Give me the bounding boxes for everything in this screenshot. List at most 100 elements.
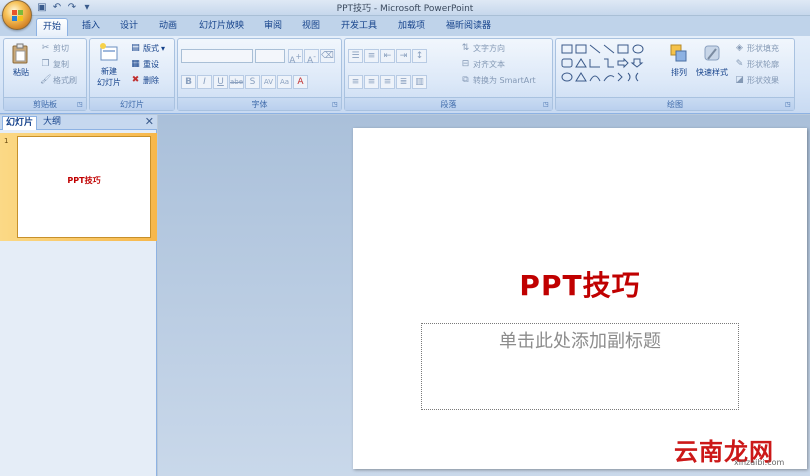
tab-addins[interactable]: 加载项 [392,18,431,36]
brush-icon: 🖌 [40,75,52,85]
window-title: PPT技巧 - Microsoft PowerPoint [336,4,474,14]
shape-effects-button[interactable]: ◪ 形状效果 [734,75,779,86]
format-painter-button[interactable]: 🖌 格式刷 [40,75,77,86]
convert-smartart-button[interactable]: ⧉ 转换为 SmartArt [460,75,535,86]
bold-button[interactable]: B [181,75,196,89]
align-text-icon: ⊟ [461,59,470,69]
thumbnail-title: PPT技巧 [67,176,101,185]
scissors-icon: ✂ [41,43,50,53]
font-color-button[interactable]: A [293,75,308,89]
ribbon-tabs: 开始 插入 设计 动画 幻灯片放映 审阅 视图 开发工具 加载项 福昕阅读器 [0,16,810,36]
tab-review[interactable]: 审阅 [258,18,288,36]
change-case-button[interactable]: Aa [277,75,292,89]
strikethrough-button[interactable]: abe [229,75,244,89]
slide-thumbnail[interactable]: PPT技巧 [17,136,151,238]
close-icon[interactable]: ✕ [145,116,154,128]
tab-design[interactable]: 设计 [114,18,144,36]
paragraph-group-label: 段落 [345,97,552,110]
grow-font-button[interactable]: A+ [288,49,303,66]
smartart-icon: ⧉ [462,75,469,85]
reset-button[interactable]: ▦ 重设 [130,59,159,70]
slides-group: 新建 幻灯片 ▤ 版式 ▾ ▦ 重设 ✖ 删除 幻灯片 [89,38,175,111]
copy-button[interactable]: ❐ 复制 [40,59,69,70]
office-button[interactable] [2,0,32,30]
slide-title[interactable]: PPT技巧 [353,264,807,304]
slide-thumbnail-row[interactable]: 1 PPT技巧 [0,133,157,241]
line-spacing-icon[interactable]: ↕ [412,49,427,63]
char-spacing-button[interactable]: AV [261,75,276,89]
justify-icon[interactable]: ≣ [396,75,411,89]
font-group-label: 字体 [178,97,341,110]
pen-icon: ✎ [735,59,744,69]
drawing-group-label: 绘图 [556,97,794,110]
tab-developer[interactable]: 开发工具 [335,18,383,36]
site-watermark: 云南龙网 xinzaibi.com [674,432,804,468]
tab-slides[interactable]: 幻灯片 [2,116,38,130]
quick-styles-button[interactable]: 快速样式 [694,43,730,78]
slides-pane: 幻灯片 大纲 ✕ 1 PPT技巧 [0,115,157,476]
new-slide-button[interactable]: 新建 幻灯片 [92,42,126,88]
align-center-icon[interactable]: ≡ [364,75,379,89]
arrange-button[interactable]: 排列 [666,43,692,78]
arrange-icon [670,44,687,62]
shape-outline-button[interactable]: ✎ 形状轮廓 [734,59,779,70]
paint-bucket-icon: ◈ [736,43,743,53]
office-logo-icon [12,10,23,21]
italic-button[interactable]: I [197,75,212,89]
layout-button[interactable]: ▤ 版式 ▾ [130,43,165,54]
clipboard-group: 粘贴 ✂ 剪切 ❐ 复制 🖌 格式刷 剪贴板 ◳ [3,38,87,111]
tab-home[interactable]: 开始 [36,18,69,36]
tab-animations[interactable]: 动画 [153,18,183,36]
tab-insert[interactable]: 插入 [76,18,106,36]
align-buttons: ≡ ≡ ≡ ≣ ▥ [348,75,427,89]
pane-tabs: 幻灯片 大纲 ✕ [0,115,157,130]
shape-fill-button[interactable]: ◈ 形状填充 [734,43,779,54]
tab-foxit-reader[interactable]: 福昕阅读器 [440,18,497,36]
slide-canvas[interactable]: PPT技巧 单击此处添加副标题 [353,128,807,469]
increase-indent-icon[interactable]: ⇥ [396,49,411,63]
slides-group-label: 幻灯片 [90,97,174,110]
delete-slide-button[interactable]: ✖ 删除 [130,75,159,86]
numbering-icon[interactable]: ≡ [364,49,379,63]
columns-icon[interactable]: ▥ [412,75,427,89]
shrink-font-button[interactable]: A- [304,49,319,66]
dialog-launcher-icon[interactable]: ◳ [332,101,339,108]
tab-outline[interactable]: 大纲 [40,116,64,130]
title-bar: ▣ ↶ ↷ ▾ PPT技巧 - Microsoft PowerPoint [0,0,810,16]
clipboard-group-label: 剪贴板 [4,97,86,110]
new-slide-icon [100,43,118,61]
layout-icon: ▤ [131,43,140,53]
bullets-icon[interactable]: ☰ [348,49,363,63]
delete-icon: ✖ [131,75,140,85]
font-size-buttons: A+ A- ⌫ [288,49,335,66]
drawing-group: 排列 快速样式 ◈ 形状填充 ✎ 形状轮廓 ◪ 形状效果 绘图 ◳ [555,38,795,111]
dialog-launcher-icon[interactable]: ◳ [785,101,792,108]
paste-button[interactable]: 粘贴 [7,43,35,78]
quick-styles-icon [704,45,720,61]
slide-number: 1 [4,137,9,145]
align-left-icon[interactable]: ≡ [348,75,363,89]
shadow-button[interactable]: S [245,75,260,89]
slide-editor: PPT技巧 单击此处添加副标题 [158,115,810,476]
reset-icon: ▦ [131,59,140,69]
font-format-buttons: B I U abe S AV Aa A [181,75,308,89]
clear-format-icon[interactable]: ⌫ [320,49,335,63]
decrease-indent-icon[interactable]: ⇤ [380,49,395,63]
shapes-gallery-icon[interactable] [560,43,656,87]
dialog-launcher-icon[interactable]: ◳ [77,101,84,108]
tab-slideshow[interactable]: 幻灯片放映 [193,18,250,36]
tab-view[interactable]: 视图 [296,18,326,36]
font-size-dropdown[interactable] [255,49,285,63]
watermark-url: xinzaibi.com [734,458,785,467]
align-right-icon[interactable]: ≡ [380,75,395,89]
paragraph-group: ☰ ≡ ⇤ ⇥ ↕ ≡ ≡ ≡ ≣ ▥ ⇅ 文字方向 ⊟ 对齐文本 ⧉ 转换为 Sma… [344,38,553,111]
align-text-button[interactable]: ⊟ 对齐文本 [460,59,505,70]
list-buttons: ☰ ≡ ⇤ ⇥ ↕ [348,49,427,63]
cut-button[interactable]: ✂ 剪切 [40,43,69,54]
font-name-dropdown[interactable] [181,49,253,63]
dialog-launcher-icon[interactable]: ◳ [543,101,550,108]
text-direction-button[interactable]: ⇅ 文字方向 [460,43,505,54]
text-direction-icon: ⇅ [461,43,470,53]
subtitle-placeholder[interactable]: 单击此处添加副标题 [421,323,739,410]
underline-button[interactable]: U [213,75,228,89]
